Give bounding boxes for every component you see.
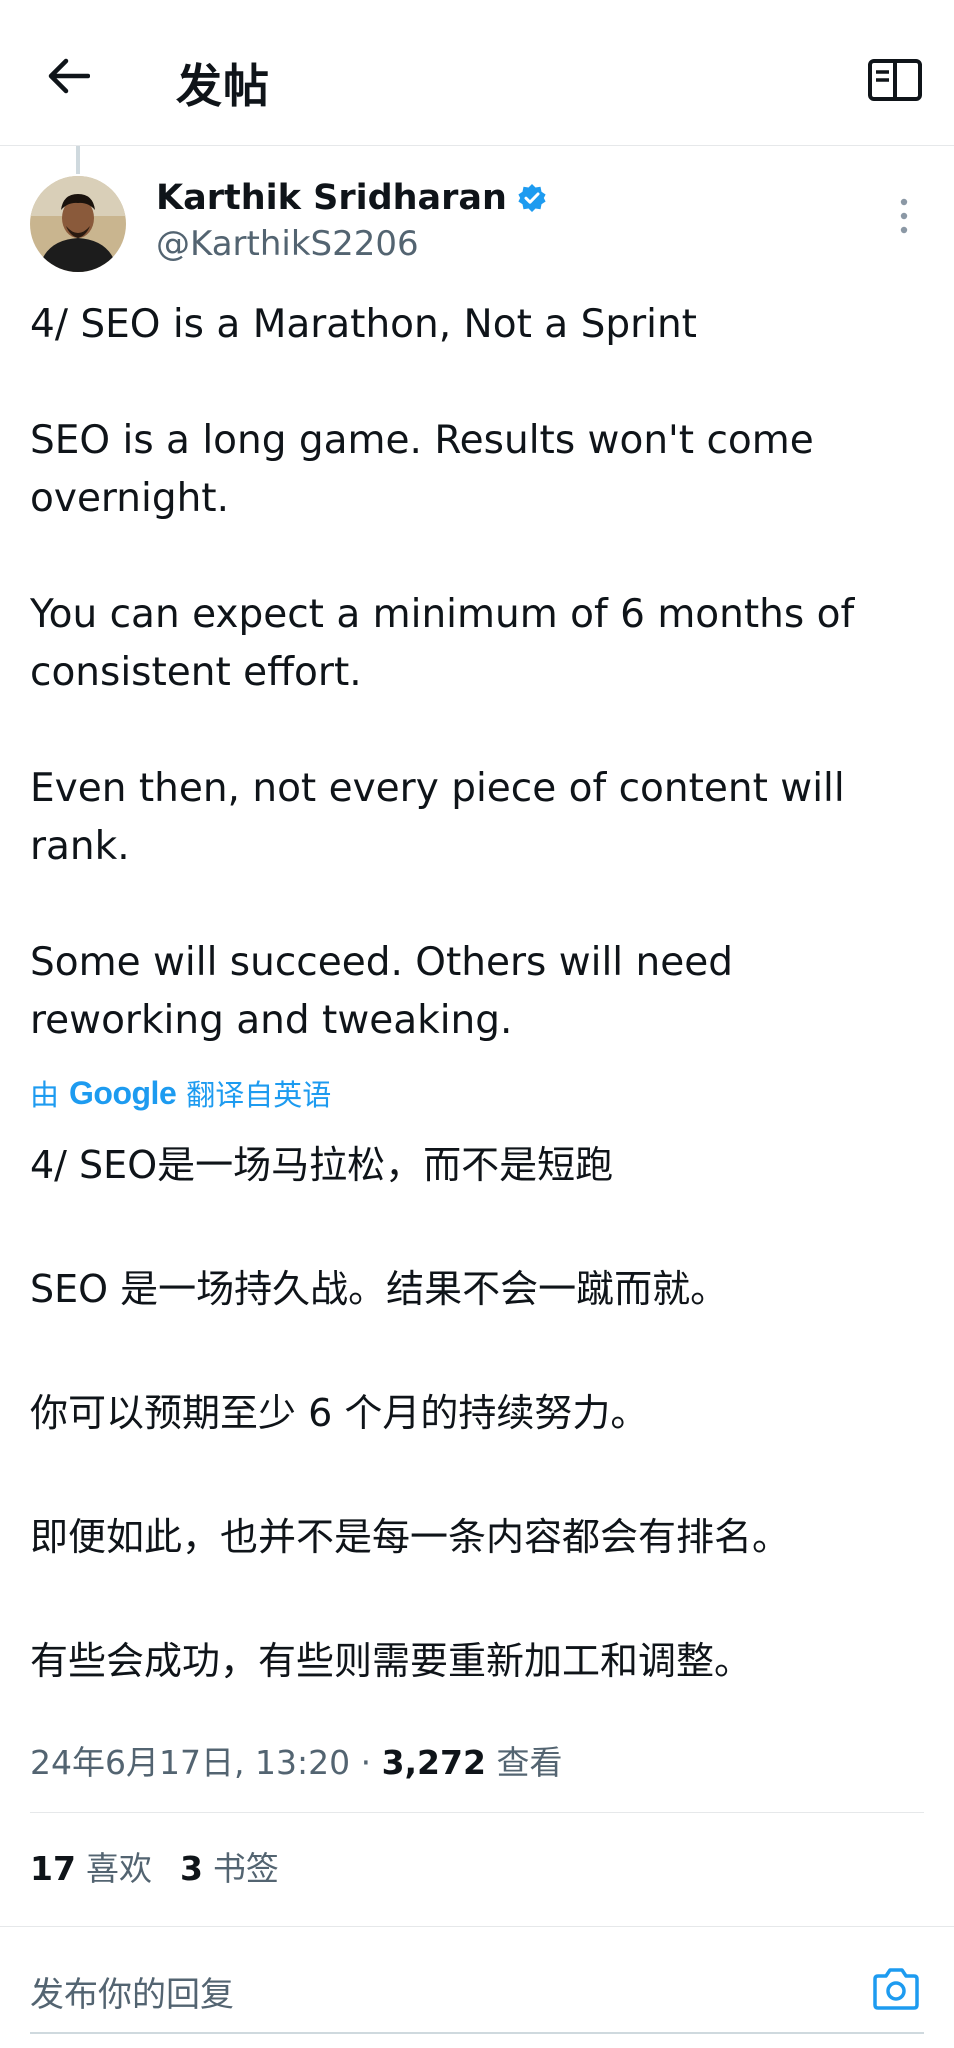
timestamp[interactable]: 24年6月17日, 13:20 <box>30 1743 350 1782</box>
arrow-left-icon <box>48 58 90 94</box>
author-name-text: Karthik Sridharan <box>156 178 507 218</box>
back-button[interactable] <box>40 48 96 104</box>
bookmarks-count: 3 <box>179 1849 203 1888</box>
author-name[interactable]: Karthik Sridharan <box>156 178 547 218</box>
translated-text: 4/ SEO是一场马拉松，而不是短跑 SEO 是一场持久战。结果不会一蹴而就。 … <box>30 1143 791 1683</box>
verified-badge-icon <box>518 184 546 212</box>
bottom-divider <box>30 2032 924 2034</box>
tweet-meta: 24年6月17日, 13:20 · 3,272 查看 <box>30 1736 562 1784</box>
more-vertical-icon <box>900 198 908 234</box>
views-count: 3,272 <box>381 1743 486 1782</box>
likes-count: 17 <box>30 1849 76 1888</box>
avatar[interactable] <box>30 176 126 272</box>
bookmarks-label: 书签 <box>212 1849 279 1888</box>
divider <box>30 1812 924 1813</box>
bookmarks-stat[interactable]: 3 书签 <box>180 1842 279 1890</box>
google-logo: Google <box>69 1074 177 1111</box>
page-title: 发帖 <box>176 59 270 113</box>
more-options-button[interactable] <box>884 196 924 236</box>
camera-icon <box>873 1968 919 2010</box>
reply-bar: 发布你的回复 <box>0 1926 954 2048</box>
translation-suffix: 翻译自英语 <box>186 1078 332 1112</box>
reader-mode-button[interactable] <box>862 54 928 106</box>
avatar-image <box>30 176 126 272</box>
thread-connector-line <box>76 146 80 174</box>
meta-separator: · <box>360 1743 372 1782</box>
likes-label: 喜欢 <box>85 1849 152 1888</box>
engagement-stats: 17 喜欢 3 书签 <box>30 1842 279 1890</box>
book-open-icon <box>868 59 922 101</box>
reply-input[interactable]: 发布你的回复 <box>30 1967 234 2016</box>
translation-attribution[interactable]: 由 Google 翻译自英语 <box>30 1072 331 1114</box>
top-bar: 发帖 <box>0 0 954 146</box>
views-label: 查看 <box>496 1743 563 1782</box>
likes-stat[interactable]: 17 喜欢 <box>30 1842 152 1890</box>
tweet-text: 4/ SEO is a Marathon, Not a Sprint SEO i… <box>30 302 855 1043</box>
author-handle[interactable]: @KarthikS2206 <box>156 224 419 264</box>
translation-prefix: 由 <box>30 1078 60 1112</box>
camera-button[interactable] <box>866 1959 926 2019</box>
